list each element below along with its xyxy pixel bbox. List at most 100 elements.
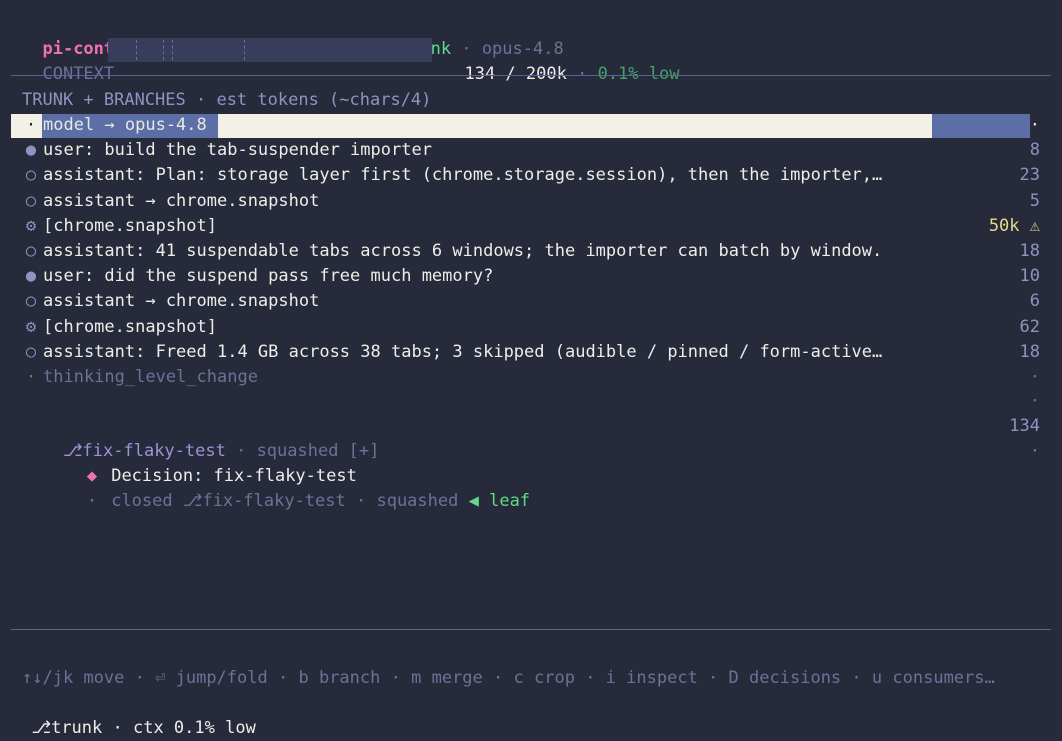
context-meter-divider	[172, 40, 173, 60]
tree-row-text: assistant → chrome.snapshot	[43, 191, 320, 211]
tree-row[interactable]: · thinking_level_change ·	[0, 365, 1062, 390]
hint-key: c	[513, 668, 524, 688]
tree-row-tokens: 10	[1019, 266, 1040, 286]
hint-key: i	[605, 668, 616, 688]
tree-row-selected[interactable]: · model → opus-4.8 ·	[0, 113, 1062, 138]
tree-row[interactable]: ○ assistant → chrome.snapshot 6	[0, 289, 1062, 314]
context-separator: ·	[566, 64, 598, 84]
closed-status: squashed	[376, 491, 469, 511]
title-bar: pi-context-tree · tree demo-rec ⎇trunk ·…	[22, 12, 1062, 59]
tree-row[interactable]: ● user: build the tab-suspender importer 8	[0, 138, 1062, 163]
context-usage: 134 / 200k · 0.1% low	[444, 37, 844, 84]
gear-icon: ⚙	[25, 216, 37, 236]
keybinding-hints: ↑↓/jk move · ⏎ jump/fold · b branch · m …	[22, 666, 1052, 691]
tree-row-text: [chrome.snapshot]	[43, 317, 217, 337]
tree-row-tokens: 6	[1029, 291, 1040, 311]
hint-separator: ·	[841, 668, 872, 688]
hint-action: decisions	[749, 668, 842, 688]
hint-action: jump/fold	[175, 668, 268, 688]
tree-row-tokens: 62	[1019, 317, 1040, 337]
branch-row[interactable]: ⎇fix-flaky-test · squashed [+] ·	[0, 389, 1062, 461]
tree-row-text: model → opus-4.8	[43, 115, 207, 135]
tree-row-tokens: ·	[1029, 367, 1040, 387]
dot-icon: ·	[25, 115, 37, 135]
hint-separator: ·	[697, 668, 729, 688]
tree-row-tokens: 18	[1019, 241, 1040, 261]
tree-row-tokens: 5	[1029, 191, 1040, 211]
tree-row[interactable]: ○ assistant: 41 suspendable tabs across 6…	[0, 239, 1062, 264]
tree-row-tokens-warning: 50k ⚠	[988, 216, 1040, 236]
tree-row-tokens: ·	[1029, 115, 1040, 135]
branch-icon: ⎇	[31, 718, 52, 738]
tree-row-text: assistant: 41 suspendable tabs across 6 …	[43, 241, 883, 261]
hollow-circle-icon: ○	[25, 342, 37, 362]
context-percent: 0.1% low	[597, 64, 680, 84]
tree-row[interactable]: ⚙ [chrome.snapshot] 50k ⚠	[0, 214, 1062, 239]
closed-label: closed	[111, 491, 183, 511]
hint-separator: ·	[574, 668, 606, 688]
leaf-marker: leaf	[489, 491, 531, 511]
filled-circle-icon: ●	[25, 140, 37, 160]
tree-row[interactable]: ⚙ [chrome.snapshot] 62	[0, 315, 1062, 340]
status-line: ⎇trunk · ctx 0.1% low	[11, 691, 1062, 738]
hollow-circle-icon: ○	[25, 291, 37, 311]
hint-action: move	[83, 668, 125, 688]
decision-row[interactable]: ◆ Decision: fix-flaky-test 134	[0, 414, 1062, 486]
tree-row[interactable]: ○ assistant → chrome.snapshot 5	[0, 189, 1062, 214]
dot-icon: ·	[86, 491, 98, 511]
tree-row[interactable]: ● user: did the suspend pass free much me…	[0, 264, 1062, 289]
tree-row-text: assistant: Freed 1.4 GB across 38 tabs; …	[43, 342, 883, 362]
context-meter	[108, 38, 432, 62]
status-branch: trunk	[51, 718, 103, 738]
hint-separator: ·	[124, 668, 156, 688]
decision-tokens: 134	[1009, 416, 1040, 436]
tree-row-text: assistant: Plan: storage layer first (ch…	[43, 165, 883, 185]
context-meter-divider	[163, 40, 164, 60]
hollow-circle-icon: ○	[25, 241, 37, 261]
hint-separator: ·	[267, 668, 299, 688]
header-divider	[11, 75, 1051, 76]
leaf-arrow-icon: ◀	[468, 491, 479, 511]
hint-action: branch	[318, 668, 381, 688]
tree-row-text: user: build the tab-suspender importer	[43, 140, 432, 160]
hint-action: inspect	[626, 668, 698, 688]
status-context: ctx 0.1% low	[132, 718, 256, 738]
hollow-circle-icon: ○	[25, 191, 37, 211]
tree-row-tokens: 23	[1019, 165, 1040, 185]
tree-row-tokens: 18	[1019, 342, 1040, 362]
context-meter-divider	[136, 40, 137, 60]
tree-row[interactable]: ○ assistant: Plan: storage layer first (c…	[0, 163, 1062, 188]
tree-row-text: [chrome.snapshot]	[43, 216, 217, 236]
closed-branch-name: fix-flaky-test	[202, 491, 346, 511]
hint-separator: ·	[380, 668, 412, 688]
hint-key: D	[728, 668, 739, 688]
branch-icon: ⎇	[182, 491, 203, 511]
hint-separator: ·	[482, 668, 514, 688]
tree-row-tokens: 8	[1029, 140, 1040, 160]
tree-row-text: user: did the suspend pass free much mem…	[43, 266, 494, 286]
filled-circle-icon: ●	[25, 266, 37, 286]
section-title: TRUNK + BRANCHES · est tokens (~chars/4)	[22, 90, 432, 110]
hint-action: merge	[431, 668, 483, 688]
context-meter-divider	[244, 40, 245, 60]
hint-key: u	[871, 668, 883, 688]
hint-key: ↑↓/jk	[22, 668, 74, 688]
status-separator: ·	[102, 718, 133, 738]
hint-action: consumers…	[892, 668, 995, 688]
gear-icon: ⚙	[25, 317, 37, 337]
tree-row-text: thinking_level_change	[43, 367, 258, 387]
hint-action: crop	[534, 668, 575, 688]
dot-icon: ·	[25, 367, 37, 387]
footer-divider	[11, 629, 1051, 630]
tree-row[interactable]: ○ assistant: Freed 1.4 GB across 38 tabs;…	[0, 340, 1062, 365]
closed-tokens: ·	[1029, 441, 1040, 461]
branch-tokens: ·	[1029, 391, 1040, 411]
hint-key: m	[411, 668, 422, 688]
hint-key: ⏎	[155, 668, 166, 688]
tree-row-text: assistant → chrome.snapshot	[43, 291, 320, 311]
context-usage-text: 134 / 200k	[464, 64, 567, 84]
hollow-circle-icon: ○	[25, 165, 37, 185]
hint-key: b	[298, 668, 309, 688]
closed-branch-row[interactable]: · closed ⎇fix-flaky-test · squashed ◀ le…	[0, 439, 1062, 511]
closed-separator: ·	[345, 491, 377, 511]
